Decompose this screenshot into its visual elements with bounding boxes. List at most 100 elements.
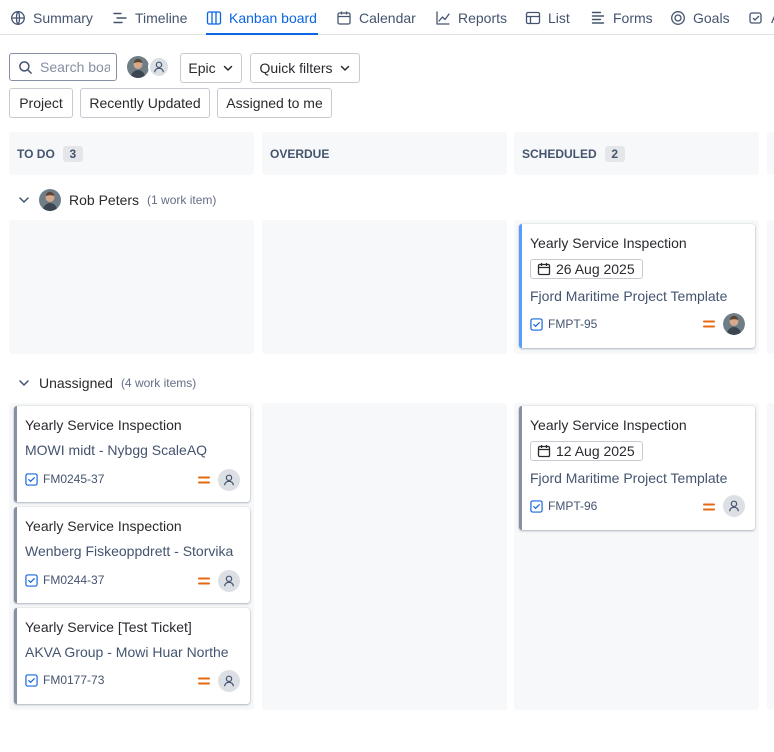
board-icon bbox=[206, 10, 222, 25]
work-item-card-fmpt-95[interactable]: Yearly Service Inspection 26 Aug 2025 Fj… bbox=[519, 224, 755, 348]
tab-more[interactable]: A bbox=[748, 0, 774, 35]
search-board-field[interactable] bbox=[9, 53, 117, 81]
avatar-rob-peters[interactable] bbox=[127, 56, 149, 78]
chevron-down-icon bbox=[340, 65, 349, 72]
person-icon bbox=[224, 675, 234, 687]
forms-icon bbox=[591, 11, 605, 24]
work-item-key[interactable]: FM0177-73 bbox=[25, 673, 104, 687]
swimlane-name: Unassigned bbox=[39, 375, 113, 391]
lane-rob-overdue bbox=[262, 220, 507, 354]
avatar-unassigned[interactable] bbox=[148, 56, 170, 78]
due-date-chip: 26 Aug 2025 bbox=[530, 259, 643, 279]
lane-rob-to-do bbox=[9, 220, 254, 354]
goal-icon bbox=[671, 10, 685, 25]
due-date: 26 Aug 2025 bbox=[556, 261, 635, 277]
assignee-avatar[interactable] bbox=[723, 313, 745, 335]
epic-filter-label: Epic bbox=[188, 60, 216, 76]
unassigned-avatar[interactable] bbox=[218, 570, 240, 592]
task-checkbox-icon bbox=[530, 499, 543, 513]
chevron-down-icon[interactable] bbox=[17, 376, 31, 390]
tab-reports[interactable]: Reports bbox=[435, 0, 507, 35]
epic-filter-button[interactable]: Epic bbox=[180, 53, 242, 83]
work-item-card-fm0244-37[interactable]: Yearly Service Inspection Wenberg Fiskeo… bbox=[14, 507, 250, 603]
tab-forms[interactable]: Forms bbox=[590, 0, 653, 35]
calendar-icon bbox=[337, 11, 351, 25]
tab-calendar[interactable]: Calendar bbox=[336, 0, 416, 35]
tab-summary[interactable]: Summary bbox=[10, 0, 93, 35]
card-subtitle: Fjord Maritime Project Template bbox=[530, 288, 728, 304]
filter-recently-updated-button[interactable]: Recently Updated bbox=[80, 88, 210, 118]
card-subtitle: AKVA Group - Mowi Huar Northe bbox=[25, 644, 229, 660]
calendar-icon bbox=[537, 445, 551, 458]
work-item-card-fm0245-37[interactable]: Yearly Service Inspection MOWI midt - Ny… bbox=[14, 406, 250, 502]
assignee-avatar-filter bbox=[127, 56, 171, 78]
unassigned-avatar[interactable] bbox=[723, 495, 745, 517]
lane-unassigned-partial bbox=[767, 403, 774, 710]
work-item-key-label: FMPT-95 bbox=[548, 317, 598, 331]
card-title: Yearly Service Inspection bbox=[25, 518, 182, 534]
work-item-key[interactable]: FM0245-37 bbox=[25, 472, 104, 486]
list-icon bbox=[525, 11, 541, 24]
work-item-key[interactable]: FM0244-37 bbox=[25, 573, 104, 587]
card-title: Yearly Service Inspection bbox=[530, 235, 687, 251]
unassigned-avatar[interactable] bbox=[218, 670, 240, 692]
work-item-key-label: FM0245-37 bbox=[43, 472, 105, 486]
card-subtitle: Wenberg Fiskeoppdrett - Storvika bbox=[25, 543, 234, 559]
timeline-icon bbox=[113, 12, 127, 23]
column-header-partial bbox=[767, 132, 774, 175]
tab-forms-label: Forms bbox=[613, 9, 653, 26]
priority-medium-icon bbox=[198, 476, 210, 484]
swimlane-name: Rob Peters bbox=[69, 192, 140, 208]
swimlane-item-count: (4 work items) bbox=[120, 376, 197, 390]
column-count-badge: 2 bbox=[604, 145, 625, 162]
tab-kanban-board-label: Kanban board bbox=[229, 9, 317, 26]
due-date-chip: 12 Aug 2025 bbox=[530, 441, 643, 461]
card-title: Yearly Service Inspection bbox=[25, 417, 182, 433]
filter-assigned-to-me-button[interactable]: Assigned to me bbox=[217, 88, 332, 118]
column-header-scheduled[interactable]: SCHEDULED 2 bbox=[514, 132, 759, 175]
work-item-key[interactable]: FMPT-95 bbox=[530, 317, 597, 331]
quick-filters-button[interactable]: Quick filters bbox=[250, 53, 360, 83]
work-item-card-fmpt-96[interactable]: Yearly Service Inspection 12 Aug 2025 Fj… bbox=[519, 406, 755, 530]
card-title: Yearly Service Inspection bbox=[530, 417, 687, 433]
column-header-to-do[interactable]: TO DO 3 bbox=[9, 132, 254, 175]
column-header-overdue[interactable]: OVERDUE bbox=[262, 132, 507, 175]
work-item-key[interactable]: FMPT-96 bbox=[530, 499, 597, 513]
task-checkbox-icon bbox=[25, 472, 38, 486]
column-title: TO DO bbox=[17, 146, 55, 161]
task-checkbox-icon bbox=[530, 317, 543, 331]
work-item-key-label: FM0177-73 bbox=[43, 673, 105, 687]
person-icon bbox=[729, 500, 739, 512]
card-subtitle: MOWI midt - Nybgg ScaleAQ bbox=[25, 442, 208, 458]
quick-filters-label: Quick filters bbox=[259, 60, 333, 76]
swimlane-header-rob-peters[interactable]: Rob Peters (1 work item) bbox=[17, 188, 216, 212]
tab-goals[interactable]: Goals bbox=[670, 0, 730, 35]
tab-summary-label: Summary bbox=[33, 9, 93, 26]
more-icon bbox=[749, 11, 762, 24]
avatar-rob-peters bbox=[39, 189, 61, 211]
work-item-card-fm0177-73[interactable]: Yearly Service [Test Ticket] AKVA Group … bbox=[14, 608, 250, 704]
chevron-down-icon[interactable] bbox=[17, 193, 31, 207]
filter-project-button[interactable]: Project bbox=[9, 88, 73, 118]
priority-medium-icon bbox=[703, 503, 715, 511]
filter-assigned-to-me-label: Assigned to me bbox=[226, 95, 323, 111]
tab-list-label: List bbox=[548, 9, 570, 26]
tab-calendar-label: Calendar bbox=[359, 9, 416, 26]
lane-unassigned-overdue bbox=[262, 403, 507, 710]
swimlane-header-unassigned[interactable]: Unassigned (4 work items) bbox=[17, 371, 196, 395]
globe-icon bbox=[11, 10, 25, 25]
tab-goals-label: Goals bbox=[693, 9, 730, 26]
tab-kanban-board[interactable]: Kanban board bbox=[206, 0, 318, 35]
search-board-input[interactable] bbox=[40, 59, 110, 75]
calendar-icon bbox=[537, 263, 551, 276]
person-photo-icon bbox=[127, 56, 149, 78]
unassigned-avatar[interactable] bbox=[218, 469, 240, 491]
person-icon bbox=[224, 474, 234, 486]
tab-reports-label: Reports bbox=[458, 9, 508, 26]
filter-recently-updated-label: Recently Updated bbox=[89, 95, 201, 111]
filter-project-label: Project bbox=[19, 95, 63, 111]
tab-list[interactable]: List bbox=[525, 0, 570, 35]
tab-timeline[interactable]: Timeline bbox=[112, 0, 187, 35]
project-navigation: Summary Timeline Kanban board Calendar R… bbox=[0, 0, 774, 35]
task-checkbox-icon bbox=[25, 573, 38, 587]
